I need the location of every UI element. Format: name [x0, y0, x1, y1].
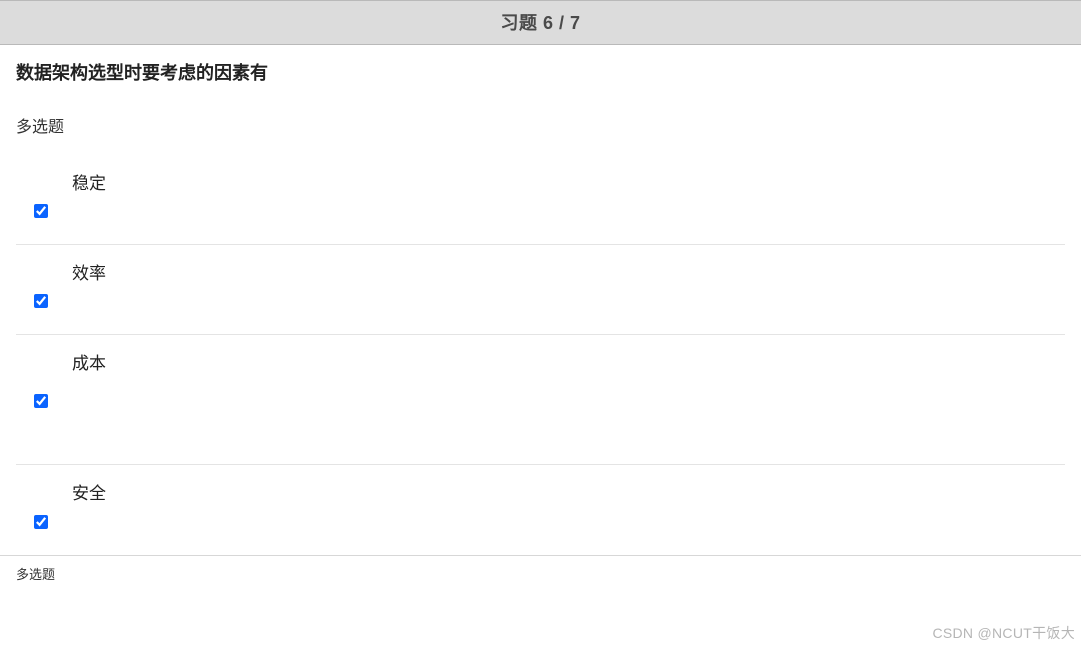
option-label: 安全 — [72, 475, 1065, 518]
option-item[interactable]: 安全 — [16, 465, 1065, 555]
footer-type-row: 多选题 — [0, 555, 1081, 593]
option-checkbox[interactable] — [34, 515, 48, 529]
option-item[interactable]: 成本 — [16, 335, 1065, 465]
footer-type-label: 多选题 — [16, 567, 55, 582]
option-checkbox[interactable] — [34, 394, 48, 408]
page-title: 习题 6 / 7 — [500, 13, 580, 33]
watermark: CSDN @NCUT干饭大 — [932, 623, 1075, 643]
option-label: 成本 — [72, 345, 1065, 388]
question-type-label: 多选题 — [0, 89, 1081, 155]
page-header: 习题 6 / 7 — [0, 0, 1081, 45]
option-label: 效率 — [72, 255, 1065, 298]
question-title: 数据架构选型时要考虑的因素有 — [0, 45, 1081, 89]
option-item[interactable]: 稳定 — [16, 155, 1065, 245]
options-list: 稳定 效率 成本 安全 — [0, 155, 1081, 555]
option-checkbox[interactable] — [34, 204, 48, 218]
option-item[interactable]: 效率 — [16, 245, 1065, 335]
option-label: 稳定 — [72, 165, 1065, 208]
option-checkbox[interactable] — [34, 294, 48, 308]
